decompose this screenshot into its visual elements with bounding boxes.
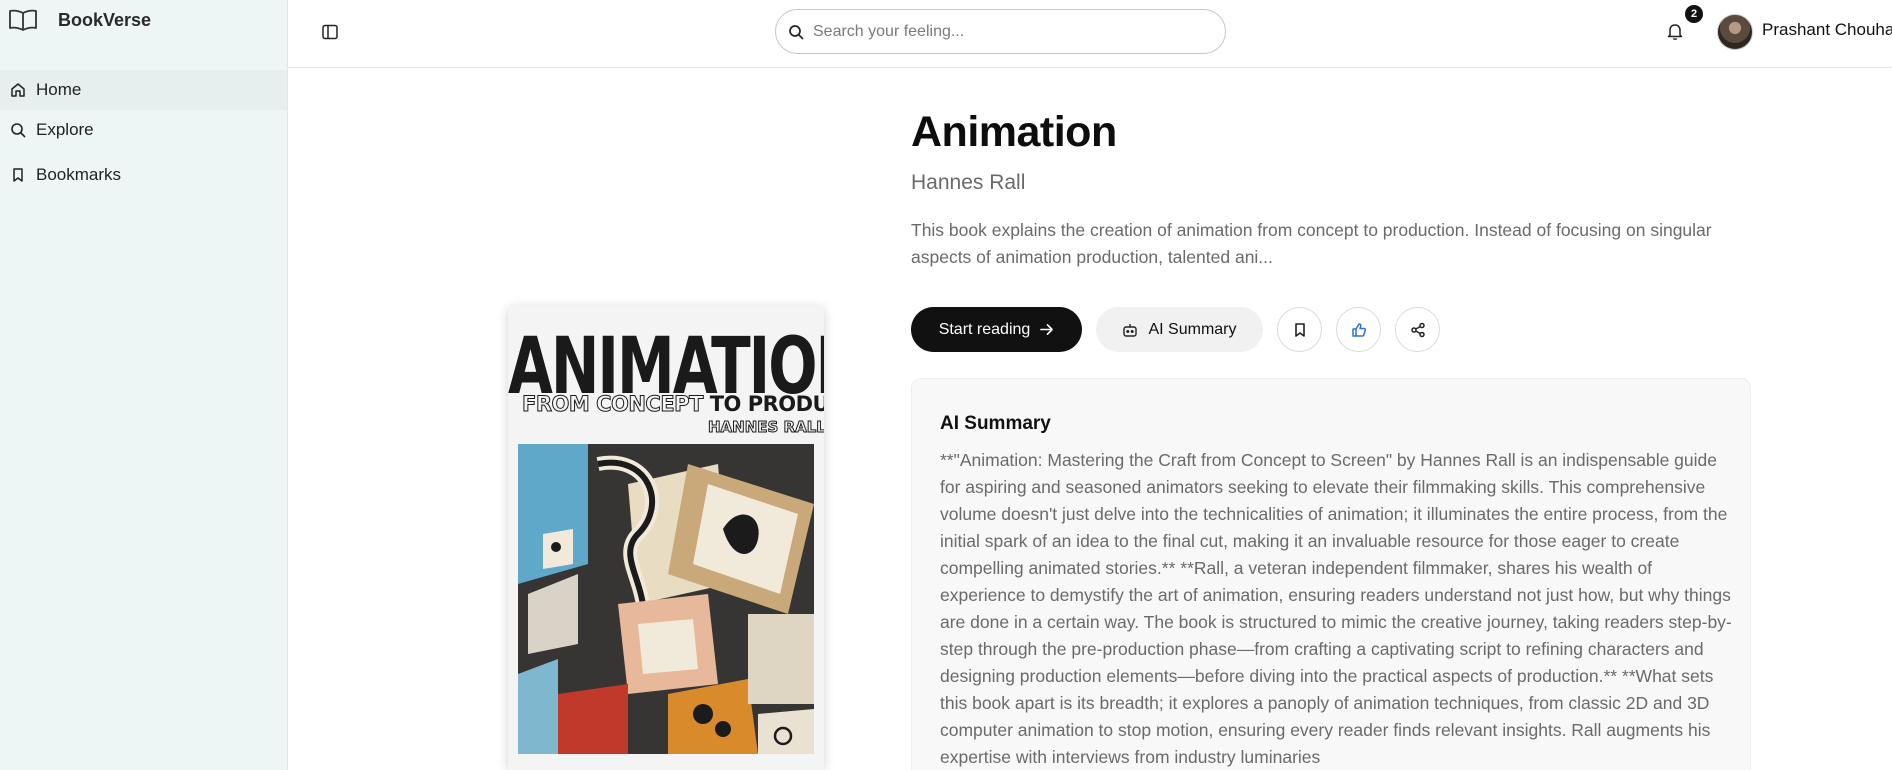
bookmark-icon — [1294, 322, 1305, 337]
search-icon — [11, 123, 26, 138]
book-cover: ANIMATION FROM CONCEPT TO PRODUCTION HAN… — [508, 306, 824, 770]
ai-summary-panel: AI Summary **"Animation: Mastering the C… — [911, 378, 1751, 770]
bot-icon — [1123, 323, 1138, 337]
start-reading-label: Start reading — [938, 320, 1031, 338]
book-title: Animation — [911, 108, 1117, 156]
cover-illustration — [518, 444, 814, 754]
sidebar-nav: Home Explore Bookmarks — [0, 70, 287, 195]
bell-icon[interactable] — [1665, 21, 1685, 41]
brand-name: BookVerse — [58, 9, 152, 30]
book-author: Hannes Rall — [911, 171, 1026, 194]
share-icon — [1410, 322, 1425, 337]
ai-summary-label: AI Summary — [1148, 320, 1237, 338]
home-icon — [11, 83, 25, 97]
top-header: 2 Prashant Chouhan — [288, 0, 1892, 68]
search-input[interactable] — [813, 22, 1193, 41]
summary-text: **"Animation: Mastering the Craft from C… — [940, 450, 1732, 767]
search-icon — [789, 24, 804, 40]
summary-title: AI Summary — [940, 413, 1051, 434]
sidebar-item-label: Explore — [36, 120, 94, 139]
sidebar: BookVerse Home Explore Bookmarks — [0, 0, 288, 770]
cover-subtitle-solid: TO PRODUCTION — [709, 392, 824, 416]
sidebar-item-label: Home — [36, 80, 82, 99]
book-description: This book explains the creation of anima… — [911, 220, 1712, 267]
sidebar-item-home[interactable]: Home — [0, 70, 287, 110]
ai-summary-button[interactable]: AI Summary — [1096, 307, 1263, 352]
cover-subtitle-outline: FROM CONCEPT — [522, 392, 704, 417]
book-open-icon — [9, 9, 37, 31]
bookmark-icon — [13, 168, 23, 182]
brand[interactable]: BookVerse — [8, 6, 151, 34]
sidebar-toggle-icon[interactable] — [321, 23, 339, 41]
start-reading-button[interactable]: Start reading — [911, 307, 1082, 352]
notification-badge: 2 — [1685, 5, 1703, 23]
sidebar-item-bookmarks[interactable]: Bookmarks — [0, 155, 287, 195]
cover-subtitle: FROM CONCEPT TO PRODUCTION — [522, 392, 824, 417]
bookmark-button[interactable] — [1277, 307, 1322, 352]
thumbs-up-icon — [1351, 322, 1366, 337]
cover-author: HANNES RALL — [708, 418, 824, 437]
search-bar[interactable] — [775, 9, 1226, 54]
avatar[interactable] — [1717, 14, 1753, 50]
share-button[interactable] — [1395, 307, 1440, 352]
user-name[interactable]: Prashant Chouhan — [1762, 20, 1892, 40]
sidebar-item-label: Bookmarks — [36, 165, 122, 184]
arrow-right-icon — [1040, 324, 1054, 335]
like-button[interactable] — [1336, 307, 1381, 352]
sidebar-item-explore[interactable]: Explore — [0, 110, 287, 150]
